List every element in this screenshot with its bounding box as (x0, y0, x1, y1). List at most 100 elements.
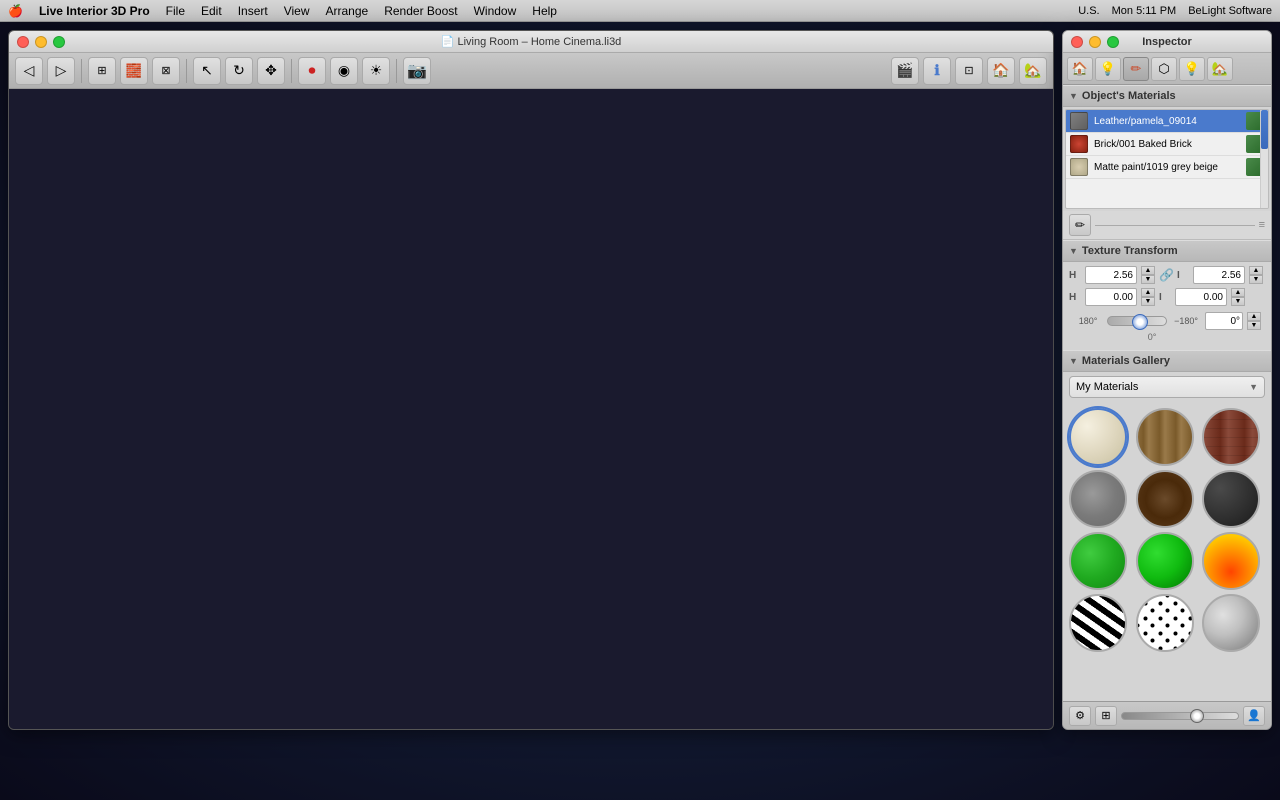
offset-y-stepper: ▲ ▼ (1231, 288, 1245, 306)
record-button[interactable]: ⏺ (298, 57, 326, 85)
wall-button[interactable]: 🧱 (120, 57, 148, 85)
inspector-tool-texture[interactable]: ⬡ (1151, 57, 1177, 81)
bottom-grid-btn[interactable]: ⊞ (1095, 706, 1117, 726)
height-input[interactable] (1193, 266, 1245, 284)
house-button[interactable]: 🏠 (987, 57, 1015, 85)
gallery-item-metal[interactable] (1202, 594, 1260, 652)
window-menu[interactable]: Window (474, 4, 517, 18)
gallery-item-beige[interactable] (1069, 408, 1127, 466)
bottom-gear-btn[interactable]: ⚙ (1069, 706, 1091, 726)
material-item-1[interactable]: Brick/001 Baked Brick (1066, 133, 1268, 156)
materials-section-header[interactable]: ▼ Object's Materials (1063, 85, 1271, 107)
angle-slider-track[interactable] (1107, 316, 1167, 326)
sun-button[interactable]: ☀ (362, 57, 390, 85)
bottom-person-btn[interactable]: 👤 (1243, 706, 1265, 726)
insert-menu[interactable]: Insert (238, 4, 268, 18)
forward-button[interactable]: ▷ (47, 57, 75, 85)
gallery-item-brick[interactable] (1202, 408, 1260, 466)
2d-view-button[interactable]: ⊡ (955, 57, 983, 85)
gallery-dropdown[interactable]: My Materials ▼ (1069, 376, 1265, 398)
help-menu[interactable]: Help (532, 4, 557, 18)
inspector-controls (1071, 36, 1119, 48)
gallery-grid (1063, 402, 1271, 658)
angle-up[interactable]: ▲ (1247, 312, 1261, 321)
pencil-button[interactable]: ✏ (1069, 214, 1091, 236)
gallery-item-concrete[interactable] (1069, 470, 1127, 528)
inspector-tool-home[interactable]: 🏠 (1067, 57, 1093, 81)
window-maximize-btn[interactable] (53, 36, 65, 48)
gallery-item-wood1[interactable] (1136, 408, 1194, 466)
offset-x-input[interactable] (1085, 288, 1137, 306)
width-stepper-down[interactable]: ▼ (1141, 275, 1155, 284)
window-minimize-btn[interactable] (35, 36, 47, 48)
info-button[interactable]: ℹ (923, 57, 951, 85)
materials-scrollbar[interactable] (1260, 110, 1268, 208)
inspector-minimize-btn[interactable] (1089, 36, 1101, 48)
inspector-tool-exterior[interactable]: 🏡 (1207, 57, 1233, 81)
render-button[interactable]: 🎬 (891, 57, 919, 85)
gallery-item-green2[interactable] (1136, 532, 1194, 590)
gallery-dropdown-arrow: ▼ (1249, 382, 1258, 392)
arrange-menu[interactable]: Arrange (326, 4, 369, 18)
offset-x-up[interactable]: ▲ (1141, 288, 1155, 297)
materials-scrollbar-handle[interactable] (1261, 110, 1268, 149)
offset-y-up[interactable]: ▲ (1231, 288, 1245, 297)
eye-button[interactable]: ◉ (330, 57, 358, 85)
orbit-button[interactable]: ↻ (225, 57, 253, 85)
materials-list[interactable]: Leather/pamela_09014 Brick/001 Baked Bri… (1065, 109, 1269, 209)
material-item-2[interactable]: Matte paint/1019 grey beige (1066, 156, 1268, 179)
select-button[interactable]: ↖ (193, 57, 221, 85)
inspector-titlebar: Inspector (1063, 31, 1271, 53)
edit-menu[interactable]: Edit (201, 4, 222, 18)
material-item-0[interactable]: Leather/pamela_09014 (1066, 110, 1268, 133)
width-stepper-up[interactable]: ▲ (1141, 266, 1155, 275)
width-input[interactable] (1085, 266, 1137, 284)
exterior-button[interactable]: 🏡 (1019, 57, 1047, 85)
file-menu[interactable]: File (166, 4, 185, 18)
move-button[interactable]: ✥ (257, 57, 285, 85)
window-close-btn[interactable] (17, 36, 29, 48)
angle-down[interactable]: ▼ (1247, 321, 1261, 330)
view-menu[interactable]: View (284, 4, 310, 18)
pencil-row: ✏ ≡ (1063, 211, 1271, 240)
offset-y-down[interactable]: ▼ (1231, 297, 1245, 306)
camera-button[interactable]: 📷 (403, 57, 431, 85)
viewport[interactable] (9, 89, 1053, 729)
toolbar-right: 🎬 ℹ ⊡ 🏠 🏡 (891, 57, 1047, 85)
inspector-maximize-btn[interactable] (1107, 36, 1119, 48)
inspector-tool-lamp[interactable]: 💡 (1179, 57, 1205, 81)
view-button[interactable]: ⊠ (152, 57, 180, 85)
apple-menu[interactable]: 🍎 (8, 4, 23, 18)
inspector-tool-light[interactable]: 💡 (1095, 57, 1121, 81)
gallery-section-title: Materials Gallery (1082, 355, 1170, 367)
app-name[interactable]: Live Interior 3D Pro (39, 4, 150, 18)
link-icon[interactable]: 🔗 (1159, 268, 1173, 282)
inspector-close-btn[interactable] (1071, 36, 1083, 48)
bottom-slider-handle[interactable] (1190, 709, 1204, 723)
menu-brand: BeLight Software (1188, 5, 1272, 17)
gallery-item-spots[interactable] (1136, 594, 1194, 652)
back-button[interactable]: ◁ (15, 57, 43, 85)
gallery-item-zebra[interactable] (1069, 594, 1127, 652)
gallery-item-black[interactable] (1202, 470, 1260, 528)
bottom-slider-track[interactable] (1121, 712, 1239, 720)
material-name-1: Brick/001 Baked Brick (1094, 139, 1240, 150)
angle-slider-handle[interactable] (1132, 314, 1148, 330)
material-swatch-0 (1070, 112, 1088, 130)
gallery-section-header[interactable]: ▼ Materials Gallery (1063, 350, 1271, 372)
height-stepper-up[interactable]: ▲ (1249, 266, 1263, 275)
offset-y-input[interactable] (1175, 288, 1227, 306)
gallery-item-fire[interactable] (1202, 532, 1260, 590)
window-controls (17, 36, 65, 48)
angle-input[interactable] (1205, 312, 1243, 330)
render-boost-menu[interactable]: Render Boost (384, 4, 457, 18)
gallery-item-green1[interactable] (1069, 532, 1127, 590)
offset-x-down[interactable]: ▼ (1141, 297, 1155, 306)
window-title: 📄 Living Room – Home Cinema.li3d (441, 35, 622, 48)
menu-bar: 🍎 Live Interior 3D Pro File Edit Insert … (0, 0, 1280, 22)
inspector-tool-material[interactable]: ✏ (1123, 57, 1149, 81)
gallery-item-wood2[interactable] (1136, 470, 1194, 528)
height-stepper-down[interactable]: ▼ (1249, 275, 1263, 284)
floor-plan-button[interactable]: ⊞ (88, 57, 116, 85)
texture-transform-header[interactable]: ▼ Texture Transform (1063, 240, 1271, 262)
